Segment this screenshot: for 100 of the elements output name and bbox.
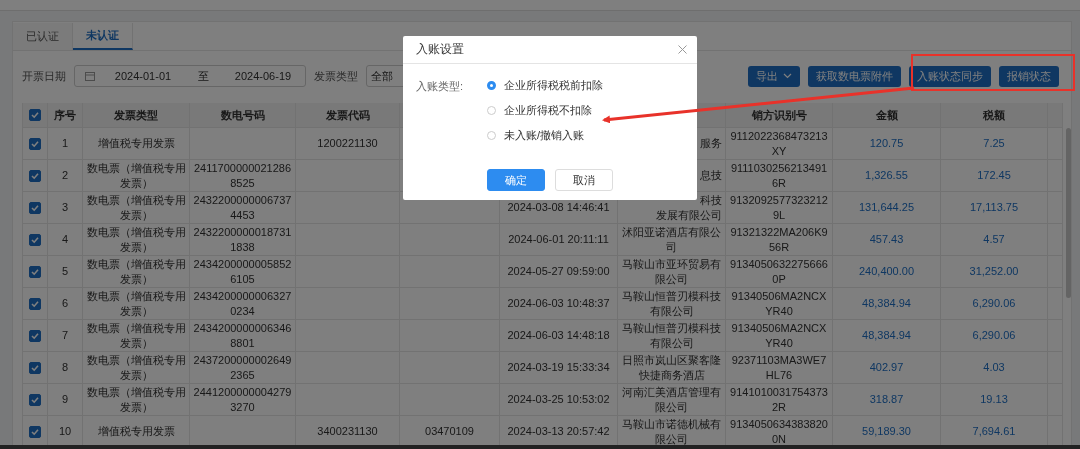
checkbox[interactable]	[29, 137, 41, 150]
column-header: 销方识别号	[751, 107, 807, 123]
table-cell: 2024-03-19 15:33:34	[507, 360, 610, 375]
checkbox[interactable]	[29, 169, 41, 182]
table-cell: 马鞍山恒普刃模科技有限公司	[621, 288, 722, 319]
table-cell: 91410100317543732R	[729, 384, 829, 415]
table-cell: 318.87	[869, 392, 904, 407]
radio-option[interactable]: 未入账/撤销入账	[487, 128, 604, 143]
field-label: 发票类型	[314, 68, 358, 84]
table-cell: 数电票（增值税专用发票）	[86, 192, 186, 223]
table-cell: 6,290.06	[972, 328, 1016, 343]
checkbox[interactable]	[29, 265, 41, 278]
radio-option[interactable]: 企业所得税不扣除	[487, 103, 604, 118]
table-cell: 2	[61, 168, 69, 183]
table-cell: 8	[61, 360, 69, 375]
table-cell: 日照市岚山区聚客隆快捷商务酒店	[621, 352, 722, 383]
table-cell: 科技	[700, 192, 722, 208]
table-cell: 4.03	[983, 360, 1005, 375]
column-header: 发票代码	[325, 107, 370, 123]
checkbox[interactable]	[29, 425, 41, 438]
confirm-button[interactable]: 确定	[487, 169, 545, 191]
table-cell-text: 91340506MA2NCXYR40	[730, 288, 828, 319]
checkbox[interactable]	[29, 109, 41, 121]
table-cell: 24372000000026492365	[193, 352, 292, 383]
table-cell: 59,189.30	[862, 424, 911, 439]
table-cell: 2024-05-27 09:59:00	[507, 264, 610, 279]
table-cell: 7	[61, 328, 69, 343]
table-cell: 91340506343838200N	[729, 416, 829, 447]
range-separator: 至	[196, 68, 210, 84]
table-cell: 4.57	[983, 232, 1005, 247]
table-cell: 48,384.94	[862, 296, 911, 311]
table-cell: 10	[58, 424, 72, 439]
action-button[interactable]: 获取数电票附件	[808, 65, 901, 87]
table-cell: 31,252.00	[969, 264, 1019, 279]
table-cell: 172.45	[977, 168, 1011, 183]
radio-button[interactable]	[487, 81, 497, 90]
checkbox[interactable]	[29, 297, 41, 310]
table-cell: 17,113.75	[969, 200, 1019, 215]
field-label: 开票日期	[22, 68, 66, 84]
table-cell: 发展有限公司	[656, 207, 722, 223]
table-cell: 马鞍山市亚环贸易有限公司	[621, 256, 722, 287]
table-cell: 91321322MA206K956R	[729, 224, 829, 255]
table-cell-text: 92371103MA3WE7HL76	[730, 352, 828, 383]
table-cell: 2024-06-01 20:11:11	[508, 232, 609, 247]
table-cell: 240,400.00	[858, 264, 915, 279]
checkbox[interactable]	[29, 393, 41, 406]
table-cell-text: 91340506MA2NCXYR40	[730, 320, 828, 351]
column-header: 序号	[54, 107, 76, 123]
dialog-title: 入账设置	[416, 41, 464, 58]
option-label: 未入账/撤销入账	[504, 128, 585, 143]
radio-button[interactable]	[487, 106, 497, 115]
table-cell: 服务	[700, 136, 722, 151]
close-icon[interactable]	[678, 45, 687, 54]
checkbox[interactable]	[29, 329, 41, 342]
table-cell: 数电票（增值税专用发票）	[86, 288, 186, 319]
table-cell: 24117000000212868525	[193, 160, 292, 191]
table-cell: 120.75	[869, 136, 904, 151]
table-cell: 河南汇美酒店管理有限公司	[621, 384, 722, 415]
table-cell: 9	[61, 392, 69, 407]
date-range-field[interactable]: 2024-01-01 至 2024-06-19	[74, 65, 306, 87]
column-header: 数电号码	[220, 107, 265, 123]
cancel-button[interactable]: 取消	[555, 169, 613, 191]
scrollbar[interactable]	[1066, 128, 1071, 298]
dropdown-button[interactable]: 导出	[748, 65, 800, 87]
table-cell: 1,326.55	[865, 168, 908, 183]
table-cell: 131,644.25	[858, 200, 915, 215]
field-label: 入账类型:	[416, 79, 464, 94]
table-cell: 7,694.61	[972, 424, 1016, 439]
table-cell: 2024-03-13 20:57:42	[507, 424, 610, 439]
action-button[interactable]: 报销状态	[999, 65, 1059, 87]
table-cell: 2024-06-03 14:48:18	[507, 328, 610, 343]
table-cell: 24322000000067374453	[193, 192, 292, 223]
table-cell: 5	[61, 264, 69, 279]
end-date: 2024-06-19	[233, 70, 293, 82]
table-cell: 91110302562134916R	[729, 160, 829, 191]
table-cell: 48,384.94	[862, 328, 911, 343]
table-cell: 24412000000042793270	[193, 384, 292, 415]
table-cell: 2024-03-08 14:46:41	[507, 200, 610, 215]
checkbox[interactable]	[29, 233, 41, 246]
table-cell: 1200221130	[317, 136, 378, 151]
table-cell: 数电票（增值税专用发票）	[86, 384, 186, 415]
checkbox[interactable]	[29, 361, 41, 374]
tab[interactable]: 未认证	[73, 23, 133, 50]
table-cell: 马鞍山恒普刃模科技有限公司	[621, 320, 722, 351]
table-cell: 3400231130	[317, 424, 378, 439]
action-button[interactable]: 入账状态同步	[909, 65, 991, 87]
radio-button[interactable]	[487, 131, 497, 140]
column-header: 税额	[983, 107, 1005, 123]
checkbox[interactable]	[29, 201, 41, 214]
table-cell: 增值税专用发票	[97, 136, 175, 151]
table-cell: 7.25	[983, 136, 1005, 151]
table-cell: 24342000000058526105	[193, 256, 292, 287]
table-cell: 6	[61, 296, 69, 311]
table-cell: 24342000000063468801	[193, 320, 292, 351]
table-cell: 3	[61, 200, 69, 215]
start-date: 2024-01-01	[113, 70, 173, 82]
table-cell: 9112022368473213XY	[729, 128, 829, 159]
column-header: 发票类型	[114, 107, 158, 123]
tab[interactable]: 已认证	[13, 23, 73, 50]
table-cell: 数电票（增值税专用发票）	[86, 224, 186, 255]
